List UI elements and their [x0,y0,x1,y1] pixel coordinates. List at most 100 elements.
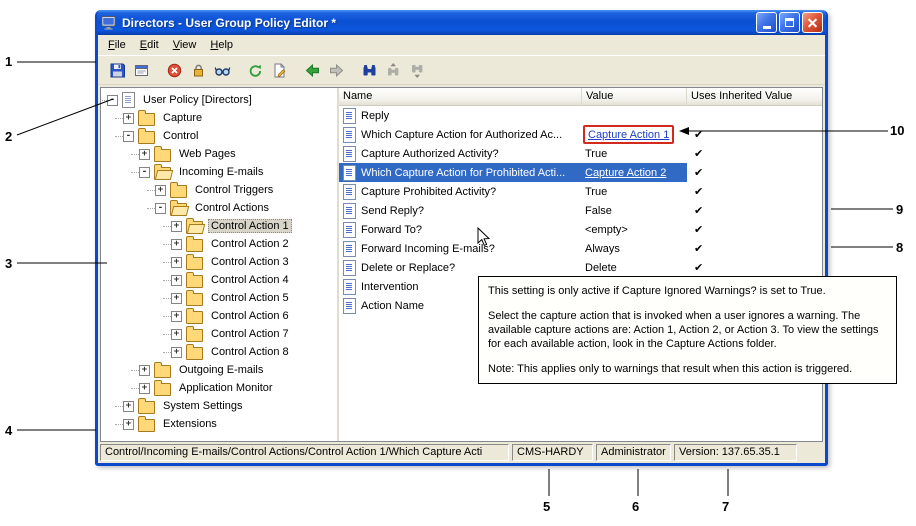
inherited-check: ✔ [694,128,703,141]
tree-item-web-pages[interactable]: + Web Pages [105,145,337,163]
maximize-button[interactable] [779,12,800,33]
list-row-send-reply[interactable]: Send Reply? False ✔ [339,201,822,220]
expander-icon[interactable]: + [123,401,134,412]
status-version: Version: 137.65.35.1 [674,444,797,461]
tooltip-paragraph: Note: This applies only to warnings that… [488,362,887,376]
expander-icon[interactable]: - [107,95,118,106]
forward-button[interactable] [324,58,348,82]
status-computer: CMS-HARDY [512,444,593,461]
setting-icon [343,146,356,162]
expander-icon[interactable]: + [171,347,182,358]
column-header-uses-inherited-value[interactable]: Uses Inherited Value [687,88,822,105]
expander-icon[interactable]: + [155,185,166,196]
list-row-capture-action-prohibited[interactable]: Which Capture Action for Prohibited Acti… [339,163,822,182]
tree-item-control-action-8[interactable]: + Control Action 8 [105,343,337,361]
tree-item-control-action-5[interactable]: + Control Action 5 [105,289,337,307]
inherited-check: ✔ [694,223,703,236]
expander-icon[interactable]: + [139,383,150,394]
list-row-capture-prohibited-activity[interactable]: Capture Prohibited Activity? True ✔ [339,182,822,201]
folder-icon [138,399,155,414]
status-user: Administrator [596,444,671,461]
expander-icon[interactable]: + [171,257,182,268]
expander-icon[interactable]: + [171,239,182,250]
folder-icon [186,273,203,288]
tree-item-control-action-2[interactable]: + Control Action 2 [105,235,337,253]
back-button[interactable] [300,58,324,82]
title-bar[interactable]: Directors - User Group Policy Editor * [97,10,826,35]
tree-item-incoming-emails[interactable]: - Incoming E-mails [105,163,337,181]
expander-icon[interactable]: + [123,419,134,430]
properties-icon [133,62,150,79]
lock-button[interactable] [186,58,210,82]
expander-icon[interactable]: + [171,221,182,232]
expander-icon[interactable]: + [123,113,134,124]
open-folder-icon [170,201,187,216]
find-button[interactable] [357,58,381,82]
properties-button[interactable] [129,58,153,82]
menu-edit[interactable]: Edit [133,37,166,53]
maximize-icon [785,18,794,27]
list-row-capture-action-authorized[interactable]: Which Capture Action for Authorized Ac..… [339,125,822,144]
tree-item-control-action-3[interactable]: + Control Action 3 [105,253,337,271]
inherited-check: ✔ [694,242,703,255]
tree-item-application-monitor[interactable]: + Application Monitor [105,379,337,397]
tree-item-control-action-1[interactable]: + Control Action 1 [105,217,337,235]
tree-item-control-action-7[interactable]: + Control Action 7 [105,325,337,343]
app-icon [101,15,117,30]
value-link[interactable]: Capture Action 2 [585,167,666,179]
column-header-value[interactable]: Value [582,88,687,105]
callout-2: 2 [5,129,12,144]
list-row-capture-authorized-activity[interactable]: Capture Authorized Activity? True ✔ [339,144,822,163]
list-row-reply[interactable]: Reply [339,106,822,125]
tree-item-user-policy[interactable]: - User Policy [Directors] [105,91,337,109]
tree-item-control-action-6[interactable]: + Control Action 6 [105,307,337,325]
tree-item-system-settings[interactable]: + System Settings [105,397,337,415]
expander-icon[interactable]: - [123,131,134,142]
folder-icon [186,309,203,324]
minimize-icon [763,26,771,29]
close-button[interactable] [802,12,823,33]
menu-bar: File Edit View Help [98,35,825,56]
expander-icon[interactable]: + [171,293,182,304]
toolbar [98,56,825,85]
stop-icon [166,62,183,79]
menu-help[interactable]: Help [203,37,240,53]
list-row-delete-or-replace[interactable]: Delete or Replace? Delete ✔ [339,258,822,277]
find-previous-button[interactable] [381,58,405,82]
expander-icon[interactable]: + [171,329,182,340]
setting-icon [343,108,356,124]
tree-item-control-actions[interactable]: - Control Actions [105,199,337,217]
expander-icon[interactable]: + [139,365,150,376]
refresh-button[interactable] [243,58,267,82]
tree-item-control-triggers[interactable]: + Control Triggers [105,181,337,199]
tree-item-capture[interactable]: + Capture [105,109,337,127]
folder-icon [154,381,171,396]
value-link[interactable]: Capture Action 1 [588,129,669,141]
app-window: Directors - User Group Policy Editor * F… [95,10,828,466]
tree-item-extensions[interactable]: + Extensions [105,415,337,433]
stop-button[interactable] [162,58,186,82]
tree-item-control[interactable]: - Control [105,127,337,145]
menu-view[interactable]: View [166,37,204,53]
column-header-name[interactable]: Name [339,88,582,105]
list-row-forward-to[interactable]: Forward To? <empty> ✔ [339,220,822,239]
expander-icon[interactable]: - [155,203,166,214]
new-page-button[interactable] [267,58,291,82]
find-next-button[interactable] [405,58,429,82]
expander-icon[interactable]: - [139,167,150,178]
setting-tooltip: This setting is only active if Capture I… [478,276,897,384]
expander-icon[interactable]: + [139,149,150,160]
callout-6: 6 [632,499,639,514]
setting-icon [343,127,356,143]
back-arrow-icon [304,62,321,79]
minimize-button[interactable] [756,12,777,33]
expander-icon[interactable]: + [171,275,182,286]
save-button[interactable] [105,58,129,82]
list-row-forward-incoming-emails[interactable]: Forward Incoming E-mails? Always ✔ [339,239,822,258]
tree-item-outgoing-emails[interactable]: + Outgoing E-mails [105,361,337,379]
view-button[interactable] [210,58,234,82]
expander-icon[interactable]: + [171,311,182,322]
callout-3: 3 [5,256,12,271]
tree-item-control-action-4[interactable]: + Control Action 4 [105,271,337,289]
menu-file[interactable]: File [101,37,133,53]
